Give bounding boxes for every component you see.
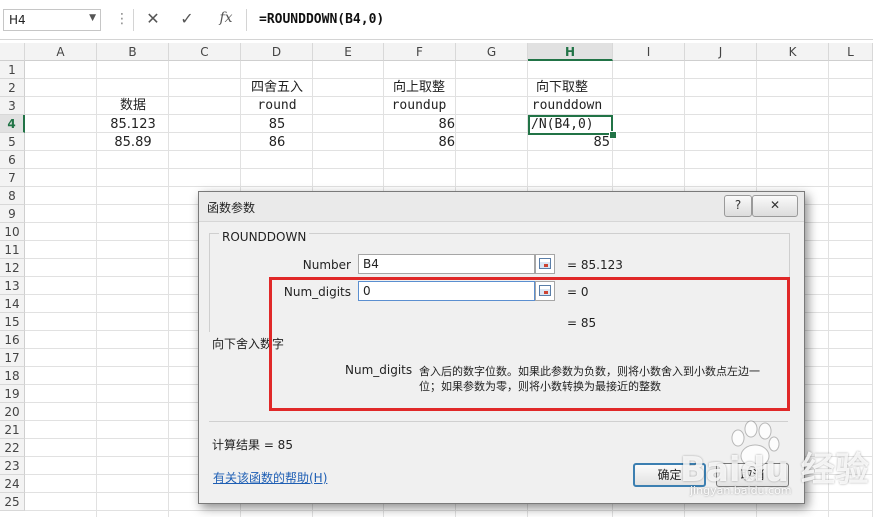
grid-row-line [25, 186, 873, 187]
row-header-25[interactable]: 25 [0, 493, 25, 511]
row-header-22[interactable]: 22 [0, 439, 25, 457]
active-cell-edit-text: /N(B4,0) [531, 117, 594, 132]
dialog-title-bar[interactable]: 函数参数 ? ✕ [199, 192, 804, 222]
function-name: ROUNDDOWN [219, 230, 310, 244]
name-box-value: H4 [9, 13, 26, 27]
column-header-b[interactable]: B [97, 43, 169, 61]
column-header-c[interactable]: C [169, 43, 241, 61]
row-header-24[interactable]: 24 [0, 475, 25, 493]
row-header-1[interactable]: 1 [0, 61, 25, 79]
formula-bar-divider [133, 9, 134, 31]
row-header-12[interactable]: 12 [0, 259, 25, 277]
formula-text: =ROUNDDOWN(B4,0) [259, 12, 385, 27]
arg-number-result: = 85.123 [567, 258, 623, 272]
column-header-l[interactable]: L [829, 43, 873, 61]
column-header-g[interactable]: G [456, 43, 528, 61]
row-header-10[interactable]: 10 [0, 223, 25, 241]
formula-input[interactable]: =ROUNDDOWN(B4,0) [246, 9, 873, 31]
chevron-down-icon[interactable]: ▼ [89, 13, 96, 23]
row-header-13[interactable]: 13 [0, 277, 25, 295]
calc-result: 计算结果 = 85 [212, 438, 293, 452]
cell-d3[interactable]: round [241, 97, 313, 115]
cell-d5[interactable]: 86 [241, 134, 313, 152]
cell-b4[interactable]: 85.123 [97, 116, 169, 134]
cell-f4[interactable]: 86 [383, 116, 455, 134]
grid-row-line [25, 168, 873, 169]
row-header-5[interactable]: 5 [0, 133, 25, 151]
formula-bar: H4 ▼ ⋮ ✕ ✓ fx =ROUNDDOWN(B4,0) [0, 0, 873, 40]
cell-f2[interactable]: 向上取整 [383, 79, 455, 97]
row-header-15[interactable]: 15 [0, 313, 25, 331]
cell-b3[interactable]: 数据 [97, 97, 169, 115]
column-header-e[interactable]: E [313, 43, 384, 61]
column-header-d[interactable]: D [241, 43, 313, 61]
column-header-k[interactable]: K [757, 43, 829, 61]
row-header-8[interactable]: 8 [0, 187, 25, 205]
enter-icon[interactable]: ✓ [178, 9, 196, 29]
column-header-i[interactable]: I [613, 43, 685, 61]
cell-b5[interactable]: 85.89 [97, 134, 169, 152]
annotation-highlight-box [269, 277, 790, 411]
row-header-17[interactable]: 17 [0, 349, 25, 367]
column-header-h[interactable]: H [528, 43, 613, 61]
row-header-16[interactable]: 16 [0, 331, 25, 349]
column-header-f[interactable]: F [384, 43, 456, 61]
active-cell-h4[interactable]: /N(B4,0) [528, 115, 613, 135]
watermark-url: jingyan.baidu.com [690, 484, 792, 497]
row-header-2[interactable]: 2 [0, 79, 25, 97]
row-header-23[interactable]: 23 [0, 457, 25, 475]
help-button[interactable]: ? [724, 195, 752, 217]
cancel-icon[interactable]: ✕ [144, 9, 162, 29]
row-header-3[interactable]: 3 [0, 97, 25, 115]
fill-handle[interactable] [609, 131, 617, 139]
collapse-dialog-icon[interactable] [535, 254, 555, 274]
column-header-j[interactable]: J [685, 43, 757, 61]
row-header-14[interactable]: 14 [0, 295, 25, 313]
close-button[interactable]: ✕ [752, 195, 798, 217]
row-header-6[interactable]: 6 [0, 151, 25, 169]
arg-number-value: B4 [363, 257, 379, 271]
baidu-watermark: Baidu 经验 jingyan.baidu.com [672, 420, 872, 517]
cell-h5[interactable]: 85 [526, 134, 610, 152]
cell-f3[interactable]: roundup [383, 97, 455, 115]
cell-h3[interactable]: rounddown [526, 97, 608, 115]
row-header-19[interactable]: 19 [0, 385, 25, 403]
cell-d2[interactable]: 四舍五入 [241, 79, 313, 97]
insert-function-icon[interactable]: fx [216, 10, 236, 30]
row-header-11[interactable]: 11 [0, 241, 25, 259]
cell-h2[interactable]: 向下取整 [526, 79, 598, 97]
arg-number-input[interactable]: B4 [358, 254, 535, 274]
more-options-icon[interactable]: ⋮ [115, 11, 129, 27]
column-header-a[interactable]: A [25, 43, 97, 61]
cell-d4[interactable]: 85 [241, 116, 313, 134]
row-header-4[interactable]: 4 [0, 115, 25, 133]
cell-f5[interactable]: 86 [383, 134, 455, 152]
row-header-18[interactable]: 18 [0, 367, 25, 385]
arg-number-label: Number [302, 258, 351, 272]
function-help-link[interactable]: 有关该函数的帮助(H) [213, 469, 327, 486]
select-all-corner[interactable] [0, 43, 25, 61]
row-header-9[interactable]: 9 [0, 205, 25, 223]
row-header-20[interactable]: 20 [0, 403, 25, 421]
name-box[interactable]: H4 ▼ [3, 9, 101, 31]
row-header-21[interactable]: 21 [0, 421, 25, 439]
row-header-7[interactable]: 7 [0, 169, 25, 187]
dialog-title: 函数参数 [207, 201, 256, 215]
